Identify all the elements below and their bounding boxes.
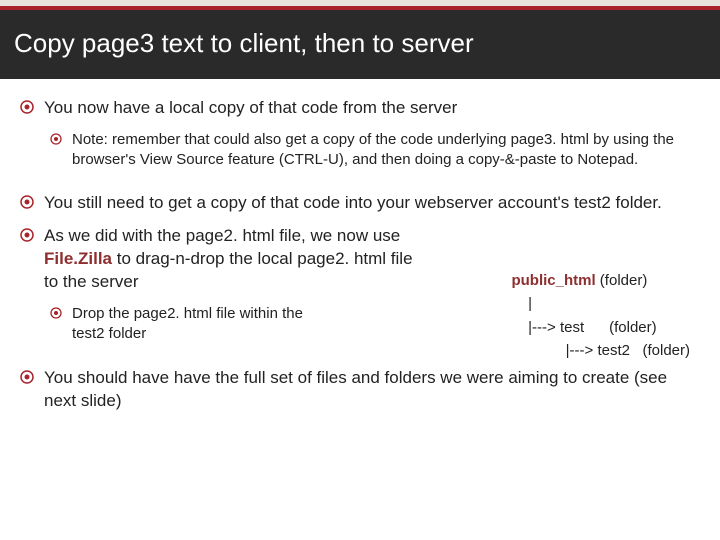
- folder-label: (folder): [584, 319, 657, 336]
- target-bullet-icon: [20, 195, 34, 209]
- bullet-text: Note: remember that could also get a cop…: [72, 130, 700, 171]
- list-item: You should have have the full set of fil…: [20, 367, 700, 413]
- folder-tree: public_html (folder) | |---> test (folde…: [511, 269, 690, 362]
- bullet-text: Drop the page2. html file within the tes…: [72, 304, 332, 345]
- target-bullet-icon: [50, 307, 62, 319]
- bullet-text: You still need to get a copy of that cod…: [44, 192, 700, 215]
- bullet-text: You should have have the full set of fil…: [44, 367, 700, 413]
- slide-title: Copy page3 text to client, then to serve…: [0, 10, 720, 79]
- list-item: Note: remember that could also get a cop…: [50, 130, 700, 171]
- tree-branch: |---> test: [511, 319, 584, 336]
- list-item: You now have a local copy of that code f…: [20, 97, 700, 120]
- text-fragment: As we did with the page2. html file, we …: [44, 226, 400, 245]
- file-zilla-name: File.Zilla: [44, 249, 112, 268]
- list-item: You still need to get a copy of that cod…: [20, 192, 700, 215]
- target-bullet-icon: [50, 133, 62, 145]
- bullet-text: As we did with the page2. html file, we …: [44, 225, 424, 294]
- slide-content: You now have a local copy of that code f…: [0, 79, 720, 413]
- tree-pipe: |: [511, 292, 690, 315]
- target-bullet-icon: [20, 228, 34, 242]
- tree-branch: |---> test2 (folder): [511, 339, 690, 362]
- bullet-text: You now have a local copy of that code f…: [44, 97, 700, 120]
- target-bullet-icon: [20, 370, 34, 384]
- target-bullet-icon: [20, 100, 34, 114]
- folder-label: (folder): [596, 272, 648, 289]
- folder-root-name: public_html: [511, 272, 595, 289]
